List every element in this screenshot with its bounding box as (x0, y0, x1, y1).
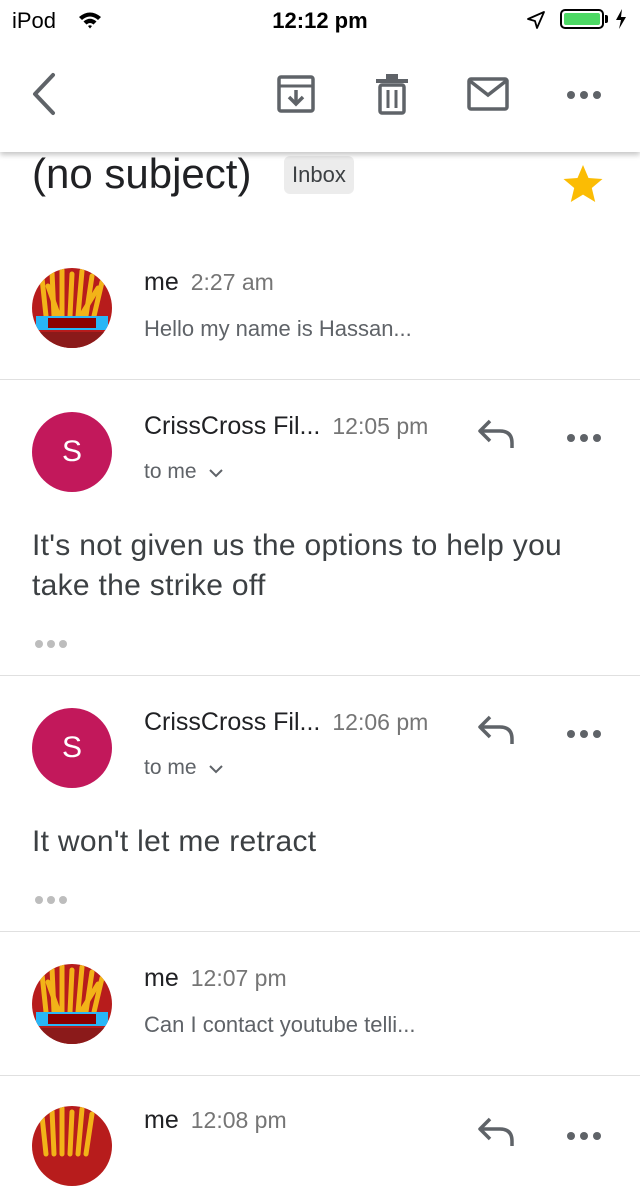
sender-line[interactable]: CrissCross Fil... 12:06 pm (144, 708, 428, 737)
delete-button[interactable] (368, 72, 416, 120)
charging-icon (614, 8, 628, 35)
message-body: It's not given us the options to help yo… (32, 529, 563, 602)
mark-unread-button[interactable] (464, 72, 512, 120)
ellipsis-icon (34, 892, 70, 909)
more-horizontal-icon (566, 87, 602, 105)
message-expanded: S CrissCross Fil... 12:05 pm to me It's n… (0, 380, 640, 676)
show-trimmed-content-button[interactable] (34, 636, 70, 654)
avatar (32, 964, 112, 1044)
message-more-button[interactable] (566, 726, 602, 744)
message-expanded: S CrissCross Fil... 12:06 pm to me It won… (0, 676, 640, 932)
sender-line: me 2:27 am (144, 268, 274, 297)
reply-button[interactable] (476, 714, 516, 751)
chevron-down-icon (202, 756, 224, 779)
message-time: 12:07 pm (190, 965, 287, 991)
sender-name: me (144, 1106, 179, 1134)
reply-button[interactable] (476, 418, 516, 455)
thread-subject: (no subject) (32, 150, 252, 197)
reply-icon (476, 419, 516, 454)
sender-name: me (144, 964, 179, 992)
archive-button[interactable] (272, 72, 320, 120)
more-options-button[interactable] (560, 72, 608, 120)
sender-line: me 12:08 pm (144, 1106, 287, 1135)
label-chip[interactable]: Inbox (284, 156, 354, 194)
reply-icon (476, 1117, 516, 1152)
avatar (32, 268, 112, 348)
sender-line[interactable]: CrissCross Fil... 12:05 pm (144, 412, 428, 441)
recipient-toggle[interactable]: to me (144, 756, 224, 780)
message-more-button[interactable] (566, 430, 602, 448)
mail-icon (467, 76, 509, 116)
star-icon (562, 165, 604, 208)
ellipsis-icon (34, 636, 70, 653)
message-collapsed[interactable]: me 12:07 pm Can I contact youtube telli..… (0, 932, 640, 1076)
recipient-label: to me (144, 756, 197, 779)
message-more-button[interactable] (566, 1128, 602, 1146)
message-snippet: Can I contact youtube telli... (144, 1012, 416, 1037)
more-horizontal-icon (566, 430, 602, 447)
recipient-toggle[interactable]: to me (144, 460, 224, 484)
chevron-left-icon (29, 72, 59, 121)
recipient-label: to me (144, 460, 197, 483)
more-horizontal-icon (566, 726, 602, 743)
avatar (32, 1106, 112, 1186)
message-body: It won't let me retract (32, 825, 317, 858)
archive-icon (276, 74, 316, 119)
avatar: S (32, 708, 112, 788)
reply-button[interactable] (476, 1116, 516, 1153)
location-icon (526, 10, 546, 35)
sender-name: CrissCross Fil... (144, 412, 321, 440)
message-time: 12:08 pm (190, 1107, 287, 1133)
status-bar: iPod 12:12 pm (0, 0, 640, 40)
back-button[interactable] (20, 72, 68, 120)
trash-icon (374, 73, 410, 120)
reply-icon (476, 715, 516, 750)
message-snippet: Hello my name is Hassan... (144, 316, 412, 341)
message-time: 12:05 pm (332, 413, 429, 439)
avatar: S (32, 412, 112, 492)
more-horizontal-icon (566, 1128, 602, 1145)
message-collapsed[interactable]: me 2:27 am Hello my name is Hassan... (0, 232, 640, 380)
chevron-down-icon (202, 460, 224, 483)
show-trimmed-content-button[interactable] (34, 892, 70, 910)
sender-name: me (144, 268, 179, 296)
message-time: 12:06 pm (332, 709, 429, 735)
sender-line: me 12:07 pm (144, 964, 287, 993)
message-toolbar (0, 40, 640, 152)
message-time: 2:27 am (190, 269, 274, 295)
battery-tip (605, 15, 608, 23)
message-collapsed[interactable]: me 12:08 pm (0, 1076, 640, 1186)
battery-icon (560, 9, 604, 29)
sender-name: CrissCross Fil... (144, 708, 321, 736)
star-button[interactable] (562, 164, 604, 209)
